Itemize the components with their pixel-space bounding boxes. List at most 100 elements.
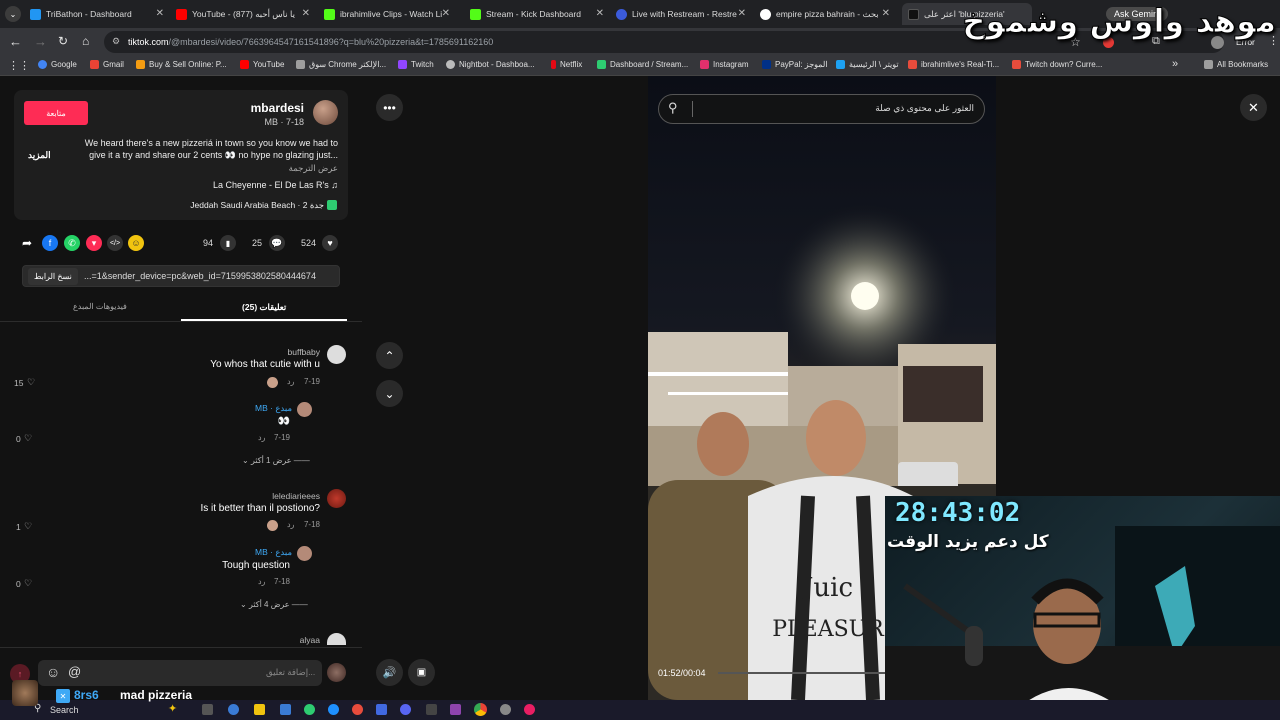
app-icon[interactable] (376, 704, 387, 715)
heart-outline-icon[interactable]: ♡ (24, 578, 32, 589)
pip-button[interactable]: ▣ (408, 659, 435, 686)
app-icon[interactable] (304, 704, 315, 715)
back-icon[interactable]: ← (9, 34, 22, 49)
file-explorer-icon[interactable] (254, 704, 265, 715)
view-more-replies[interactable]: ⌄ عرض 1 أكثر —— (242, 456, 310, 465)
video-progress-track[interactable] (718, 672, 888, 674)
bookmark-google[interactable]: Google (38, 60, 77, 69)
app-icon[interactable] (426, 704, 437, 715)
bookmark-twitter[interactable]: تويتر \ الرئيسية (836, 60, 899, 69)
translate-link[interactable]: عرض الترجمة (289, 163, 338, 174)
follow-button[interactable]: متابعة (24, 101, 88, 125)
bookmark-gmail[interactable]: Gmail (90, 60, 124, 69)
copy-link-button[interactable]: نسخ الرابط (28, 268, 78, 285)
close-icon[interactable]: ✕ (882, 8, 890, 19)
bookmark-realtime[interactable]: ibrahimlive's Real-Ti... (908, 60, 999, 69)
close-icon[interactable]: ✕ (596, 8, 604, 19)
music-label[interactable]: La Cheyenne - El De Las R's ♫ (213, 180, 338, 190)
bookmark-stream-dashboard[interactable]: Dashboard / Stream... (597, 60, 688, 69)
bookmark-chrome-store[interactable]: سوق Chrome الإلكتر... (296, 60, 386, 69)
more-options-button[interactable]: ••• (376, 94, 403, 121)
mention-icon[interactable]: @ (68, 664, 81, 679)
apps-icon[interactable]: ⋮⋮ (8, 59, 30, 72)
browser-tab-3[interactable]: ibrahimlive Clips - Watch Li ✕ (324, 3, 454, 25)
previous-video-button[interactable]: ⌃ (376, 342, 403, 369)
bookmark-youtube[interactable]: YouTube (240, 60, 284, 69)
app-icon[interactable] (228, 704, 239, 715)
close-icon[interactable]: ✕ (442, 8, 450, 19)
close-icon[interactable]: ✕ (156, 8, 164, 19)
bookmark-instagram[interactable]: Instagram (700, 60, 749, 69)
app-icon[interactable] (524, 704, 535, 715)
forward-icon[interactable]: → (34, 34, 47, 49)
commenter-avatar[interactable] (327, 489, 346, 508)
chevron-right-icon[interactable]: » (1172, 58, 1178, 70)
heart-icon[interactable]: ♥ (322, 235, 338, 251)
emoji-picker-icon[interactable]: ☺ (46, 664, 60, 680)
close-video-button[interactable]: ✕ (1240, 94, 1267, 121)
heart-outline-icon[interactable]: ♡ (27, 377, 35, 388)
home-icon[interactable]: ⌂ (82, 34, 89, 48)
reload-icon[interactable]: ↻ (58, 34, 68, 48)
close-icon[interactable]: ✕ (738, 8, 746, 19)
heart-outline-icon[interactable]: ♡ (24, 433, 32, 444)
location-label[interactable]: Jeddah Saudi Arabia Beach · جدة 2 (190, 200, 324, 211)
creator-avatar-small[interactable] (297, 546, 312, 561)
commenter-avatar[interactable] (327, 345, 346, 364)
bookmark-icon[interactable]: ▮ (220, 235, 236, 251)
discord-icon[interactable] (400, 704, 411, 715)
own-avatar[interactable] (327, 663, 346, 682)
browser-tab-6[interactable]: empire pizza bahrain - بحث ✕ (760, 3, 894, 25)
bookmark-netflix[interactable]: Netflix (551, 60, 582, 69)
edge-icon[interactable] (328, 704, 339, 715)
caption-more-link[interactable]: المزيد (28, 150, 51, 161)
comment-username[interactable]: alyaa (300, 635, 320, 645)
comment-username[interactable]: lelediarieees (272, 491, 320, 501)
pinterest-icon[interactable]: ▾ (86, 235, 102, 251)
app-icon[interactable] (450, 704, 461, 715)
whatsapp-icon[interactable]: ✆ (64, 235, 80, 251)
reply-link[interactable]: رد (287, 520, 294, 529)
all-bookmarks[interactable]: All Bookmarks (1204, 60, 1268, 69)
reply-link[interactable]: رد (258, 577, 265, 586)
site-info-icon[interactable]: ⚙ (112, 36, 120, 47)
bookmark-buysell[interactable]: Buy & Sell Online: P... (136, 60, 227, 69)
creator-username[interactable]: mbardesi (251, 101, 304, 115)
app-icon[interactable] (280, 704, 291, 715)
search-icon[interactable]: ⚲ (668, 100, 678, 116)
app-icon[interactable] (500, 704, 511, 715)
browser-tab-1[interactable]: TriBathon - Dashboard ✕ (30, 3, 168, 25)
chrome-icon[interactable] (474, 703, 487, 716)
creator-avatar[interactable] (313, 100, 338, 125)
close-icon[interactable]: ✕ (302, 8, 310, 19)
tab-creator-videos[interactable]: فيديوهات المبدع (73, 302, 127, 311)
app-icon[interactable] (352, 704, 363, 715)
taskbar-search[interactable]: Search (50, 705, 79, 715)
sparkle-icon[interactable]: ✦ (168, 702, 177, 715)
view-more-replies[interactable]: ⌄ عرض 4 أكثر —— (240, 600, 308, 609)
bookmark-paypal[interactable]: PayPal: الموجز (762, 60, 828, 69)
facebook-icon[interactable]: f (42, 235, 58, 251)
comment-icon[interactable]: 💬 (269, 235, 285, 251)
bookmark-nightbot[interactable]: Nightbot - Dashboa... (446, 60, 535, 69)
tab-search-icon[interactable]: ⌄ (5, 6, 21, 22)
browser-tab-5[interactable]: Live with Restream - Restre ✕ (616, 3, 750, 25)
next-video-button[interactable]: ⌄ (376, 380, 403, 407)
taskview-icon[interactable] (202, 704, 213, 715)
browser-tab-2[interactable]: YouTube - يا ناس أحبه (877) ✕ (176, 3, 314, 25)
comment-username[interactable]: MB · مبدع (255, 403, 292, 414)
browser-tab-4[interactable]: Stream - Kick Dashboard ✕ (470, 3, 608, 25)
commenter-avatar[interactable] (327, 633, 346, 645)
bookmark-twitch[interactable]: Twitch (398, 60, 434, 69)
reply-link[interactable]: رد (258, 433, 265, 442)
emoji-icon[interactable]: ☺ (128, 235, 144, 251)
volume-button[interactable]: 🔊 (376, 659, 403, 686)
tab-comments[interactable]: تعليقات (25) (242, 302, 286, 313)
share-icon[interactable]: ➦ (22, 236, 32, 250)
comment-username[interactable]: buffbaby (288, 347, 320, 357)
comment-username[interactable]: MB · مبدع (255, 547, 292, 558)
embed-icon[interactable]: </> (107, 235, 123, 251)
creator-avatar-small[interactable] (297, 402, 312, 417)
bookmark-twitch-down[interactable]: Twitch down? Curre... (1012, 60, 1102, 69)
heart-outline-icon[interactable]: ♡ (24, 521, 32, 532)
